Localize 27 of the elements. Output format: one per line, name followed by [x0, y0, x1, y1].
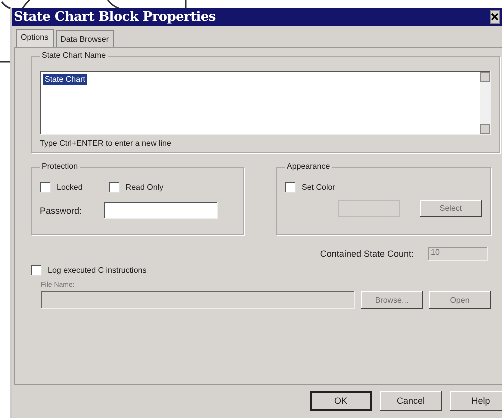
window-title: State Chart Block Properties: [14, 10, 216, 24]
checkbox-label: Locked: [57, 183, 83, 192]
group-title: State Chart Name: [40, 51, 108, 60]
color-field[interactable]: [338, 200, 400, 217]
checkbox[interactable]: [285, 182, 296, 193]
field-label: Contained State Count:: [320, 249, 414, 259]
checkbox[interactable]: [108, 182, 120, 193]
file-name-field[interactable]: [41, 291, 355, 309]
scrollbar[interactable]: [480, 72, 490, 134]
tab[interactable]: Data Browser: [56, 30, 114, 47]
checkbox-label: Log executed C instructions: [48, 266, 147, 275]
group-title: Protection: [40, 162, 80, 171]
password-field[interactable]: [104, 202, 218, 219]
dialog-button[interactable]: Help: [450, 391, 502, 411]
name-field[interactable]: State Chart: [40, 71, 491, 135]
checkbox[interactable]: [31, 265, 42, 276]
close-button[interactable]: [490, 10, 500, 24]
checkbox[interactable]: [40, 182, 51, 193]
dialog-button[interactable]: OK: [310, 391, 372, 411]
field-value: State Chart: [43, 74, 88, 85]
field-label: Password:: [40, 206, 82, 216]
checkbox-label: Set Color: [302, 183, 336, 192]
tab[interactable]: Options: [16, 29, 54, 47]
dialog-button[interactable]: Cancel: [380, 391, 442, 411]
checkbox-label: Read Only: [126, 183, 164, 192]
hint-text: Type Ctrl+ENTER to enter a new line: [40, 139, 172, 148]
group-title: Appearance: [285, 162, 332, 171]
